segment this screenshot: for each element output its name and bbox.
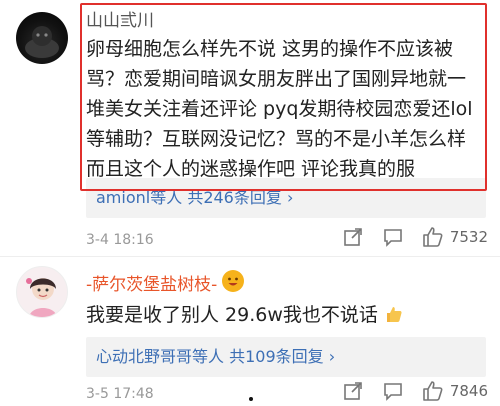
avatar[interactable] [16,12,68,64]
comment-time: 3-4 18:16 [86,232,154,248]
thumbs-up-emoji-icon [384,303,404,333]
replies-link[interactable]: 心动北野哥哥等人 共109条回复 › [86,337,486,377]
emoji-badge-icon [222,270,244,292]
replies-count: 共109条回复 [229,347,324,366]
highlight-annotation-box [80,3,487,191]
comment-icon[interactable] [382,380,404,402]
comment-time: 3-5 17:48 [86,386,154,402]
page-indicator-dot [249,397,253,401]
comment-text-content: 我要是收了别人 29.6w我也不说话 [86,304,378,326]
comment-text: 我要是收了别人 29.6w我也不说话 [86,300,481,333]
comment-icon[interactable] [382,226,404,248]
replies-who: 心动北野哥哥等人 [96,347,225,366]
thumbs-up-icon[interactable] [422,226,444,248]
like-count: 7532 [449,228,488,246]
comment-item: -萨尔茨堡盐树枝- 我要是收了别人 29.6w我也不说话 心动北野哥哥等人 共1… [0,262,500,406]
comment-actions: 7532 [324,226,488,248]
comment-actions: 7846 [324,380,488,402]
share-icon[interactable] [342,226,364,248]
divider [0,256,500,257]
like-count: 7846 [449,382,488,400]
chevron-right-icon: › [328,347,336,366]
thumbs-up-icon[interactable] [422,380,444,402]
share-icon[interactable] [342,380,364,402]
comment-username[interactable]: -萨尔茨堡盐树枝- [86,270,217,295]
avatar[interactable] [16,266,68,318]
